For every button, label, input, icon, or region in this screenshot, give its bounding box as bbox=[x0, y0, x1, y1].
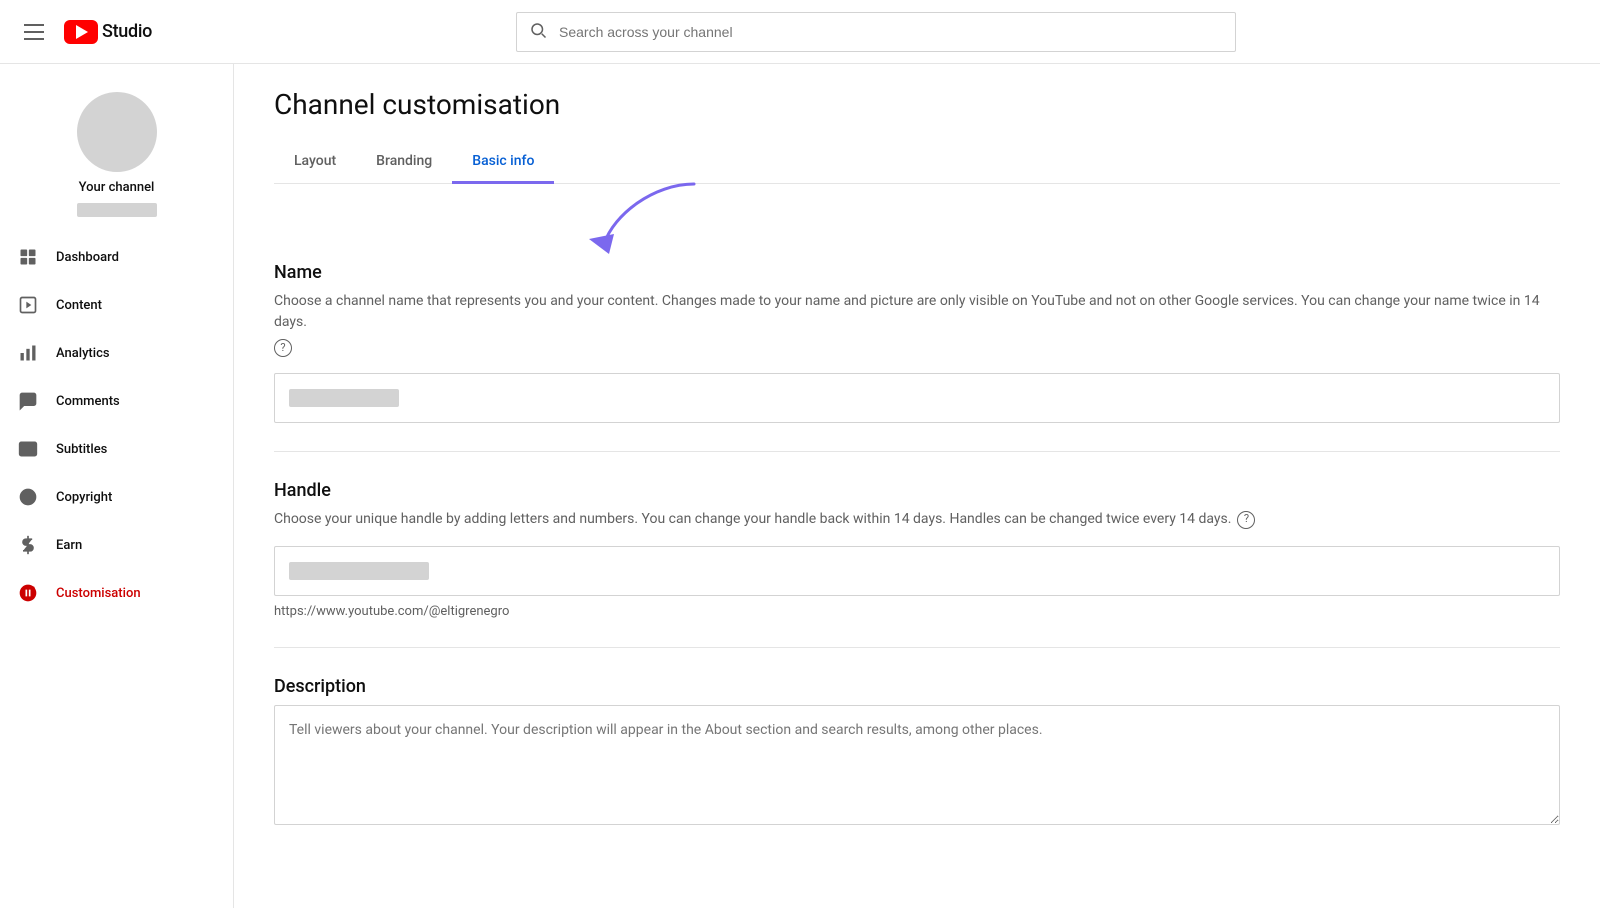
description-section: Description bbox=[274, 648, 1560, 857]
handle-input-container[interactable] bbox=[274, 546, 1560, 596]
menu-button[interactable] bbox=[16, 16, 52, 48]
handle-url: https://www.youtube.com/@eltigrenegro bbox=[274, 604, 1560, 619]
content-icon bbox=[16, 293, 40, 317]
name-help-icon[interactable]: ? bbox=[274, 339, 292, 357]
description-section-title: Description bbox=[274, 676, 1560, 697]
sidebar-item-customisation-label: Customisation bbox=[56, 586, 141, 601]
earn-icon bbox=[16, 533, 40, 557]
sidebar-item-earn-label: Earn bbox=[56, 538, 82, 553]
youtube-studio-logo[interactable]: Studio bbox=[64, 20, 152, 44]
search-input[interactable] bbox=[559, 24, 1235, 40]
sidebar-item-dashboard-label: Dashboard bbox=[56, 250, 119, 265]
handle-input-placeholder bbox=[289, 562, 429, 580]
dashboard-icon bbox=[16, 245, 40, 269]
sidebar-item-content[interactable]: Content bbox=[0, 281, 233, 329]
content-area: Channel customisation Layout Branding Ba… bbox=[234, 64, 1600, 908]
sidebar-item-earn[interactable]: Earn bbox=[0, 521, 233, 569]
search-icon bbox=[517, 21, 559, 43]
channel-profile: Your channel bbox=[0, 72, 233, 233]
header: Studio bbox=[0, 0, 1600, 64]
tabs: Layout Branding Basic info bbox=[274, 141, 1560, 184]
main-layout: Your channel Dashboard Content Analytics bbox=[0, 64, 1600, 908]
handle-section: Handle Choose your unique handle by addi… bbox=[274, 452, 1560, 648]
sidebar-item-analytics[interactable]: Analytics bbox=[0, 329, 233, 377]
sidebar-item-analytics-label: Analytics bbox=[56, 346, 110, 361]
analytics-icon bbox=[16, 341, 40, 365]
annotation-arrow bbox=[534, 174, 734, 254]
name-section-title: Name bbox=[274, 262, 1560, 283]
channel-label: Your channel bbox=[79, 180, 155, 195]
channel-handle-placeholder bbox=[77, 203, 157, 217]
customisation-icon bbox=[16, 581, 40, 605]
handle-section-title: Handle bbox=[274, 480, 1560, 501]
handle-help-icon[interactable]: ? bbox=[1237, 511, 1255, 529]
sidebar-item-customisation[interactable]: Customisation bbox=[0, 569, 233, 617]
sidebar-item-content-label: Content bbox=[56, 298, 102, 313]
page-title: Channel customisation bbox=[274, 88, 1560, 121]
avatar bbox=[77, 92, 157, 172]
sidebar: Your channel Dashboard Content Analytics bbox=[0, 64, 234, 908]
header-left: Studio bbox=[16, 16, 152, 48]
svg-text:©: © bbox=[24, 492, 32, 504]
studio-label: Studio bbox=[102, 21, 152, 42]
name-section-desc: Choose a channel name that represents yo… bbox=[274, 291, 1560, 357]
comments-icon bbox=[16, 389, 40, 413]
tab-layout[interactable]: Layout bbox=[274, 141, 356, 184]
name-section: Name Choose a channel name that represen… bbox=[274, 234, 1560, 452]
sidebar-item-dashboard[interactable]: Dashboard bbox=[0, 233, 233, 281]
annotation-area bbox=[274, 184, 1560, 234]
sidebar-item-subtitles[interactable]: Subtitles bbox=[0, 425, 233, 473]
copyright-icon: © bbox=[16, 485, 40, 509]
tab-branding[interactable]: Branding bbox=[356, 141, 452, 184]
subtitles-icon bbox=[16, 437, 40, 461]
sidebar-item-comments-label: Comments bbox=[56, 394, 120, 409]
handle-section-desc: Choose your unique handle by adding lett… bbox=[274, 509, 1560, 530]
sidebar-item-subtitles-label: Subtitles bbox=[56, 442, 107, 457]
search-bar bbox=[516, 12, 1236, 52]
youtube-icon bbox=[64, 20, 98, 44]
sidebar-item-copyright[interactable]: © Copyright bbox=[0, 473, 233, 521]
sidebar-item-comments[interactable]: Comments bbox=[0, 377, 233, 425]
name-input-container[interactable] bbox=[274, 373, 1560, 423]
sidebar-item-copyright-label: Copyright bbox=[56, 490, 112, 505]
name-input-placeholder bbox=[289, 389, 399, 407]
description-textarea[interactable] bbox=[274, 705, 1560, 825]
